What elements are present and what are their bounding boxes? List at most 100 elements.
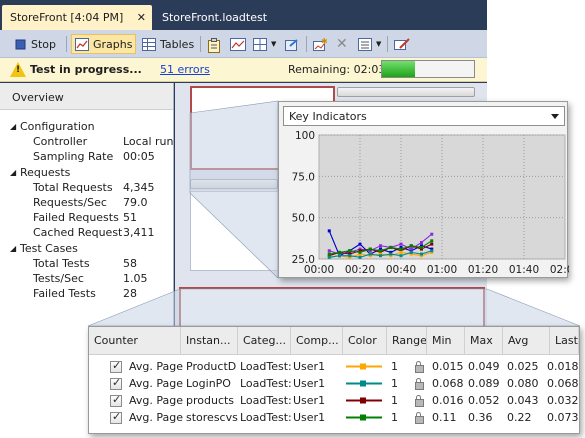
- tree-item: Controller Local run: [0, 134, 173, 149]
- tab-label: StoreFront.loadtest: [162, 11, 268, 24]
- tree-group-requests[interactable]: ◢ Requests: [0, 165, 173, 180]
- layout-icon: [253, 37, 267, 51]
- stop-icon: [13, 38, 27, 51]
- cell-category: LoadTest:: [240, 411, 292, 424]
- overview-pane: Overview ◢ Configuration Controller Local r…: [0, 83, 174, 346]
- toolbar-separator: [66, 36, 67, 52]
- legend-header-row: Counter Instan... Categ... Comp... Color Rang…: [89, 327, 579, 355]
- tree-group-label: Configuration: [20, 120, 95, 133]
- column-header-color[interactable]: Color: [343, 327, 387, 355]
- graph-panel-title[interactable]: [190, 179, 278, 189]
- chart-view-button[interactable]: [227, 34, 251, 54]
- tree-item-key: Tests/Sec: [33, 271, 84, 285]
- close-icon[interactable]: ✕: [137, 5, 146, 30]
- refresh-button[interactable]: [282, 34, 306, 54]
- tab-label: StoreFront [4:04 PM]: [10, 11, 124, 24]
- cell-last: 0.018: [547, 360, 579, 373]
- column-header-avg[interactable]: Avg: [503, 327, 550, 355]
- warning-icon-mark: !: [16, 65, 21, 75]
- column-header-max[interactable]: Max: [465, 327, 503, 355]
- cell-max: 0.049: [468, 360, 500, 373]
- series-point-5: [358, 255, 362, 259]
- x-tick-label: 00:00: [304, 264, 334, 276]
- settings-button[interactable]: [391, 34, 415, 54]
- tree-group-test-cases[interactable]: ◢ Test Cases: [0, 241, 173, 256]
- expand-arrow-icon[interactable]: ◢: [10, 241, 16, 256]
- svg-text:✱: ✱: [321, 38, 327, 46]
- cell-counter: Avg. Page: [129, 360, 183, 373]
- expand-arrow-icon[interactable]: ◢: [10, 165, 16, 180]
- series-point-4: [348, 249, 352, 253]
- column-header-range[interactable]: Range: [387, 327, 427, 355]
- graphs-button[interactable]: Graphs: [71, 34, 137, 54]
- tree-item-key: Requests/Sec: [33, 195, 107, 209]
- column-header-category[interactable]: Categ...: [238, 327, 291, 355]
- clipboard-button[interactable]: [204, 34, 228, 54]
- series-color-swatch[interactable]: [345, 392, 383, 409]
- tree-item-value: 00:05: [123, 150, 155, 164]
- series-point-4: [338, 250, 341, 254]
- graph-panel-title[interactable]: [337, 87, 475, 97]
- table-row[interactable]: Avg. PageProductDLoadTest:User1 1 0.015 0.0…: [89, 358, 579, 375]
- errors-link[interactable]: 51 errors: [160, 63, 210, 76]
- graphs-label: Graphs: [93, 37, 133, 51]
- layout-button[interactable]: ▼: [250, 34, 279, 54]
- series-color-swatch[interactable]: [345, 358, 383, 375]
- cell-avg: 0.043: [507, 394, 539, 407]
- cell-category: LoadTest:: [240, 360, 292, 373]
- lock-icon[interactable]: [415, 412, 424, 424]
- cell-counter: Avg. Page: [129, 411, 183, 424]
- tables-icon: [142, 37, 156, 51]
- column-header-counter[interactable]: Counter: [89, 327, 181, 355]
- lock-icon[interactable]: [415, 361, 424, 373]
- cell-range: 1: [391, 360, 398, 373]
- cell-counter: Avg. Page: [129, 377, 183, 390]
- series-point-4: [409, 244, 413, 248]
- counter-visible-checkbox[interactable]: [110, 376, 122, 390]
- expand-arrow-icon[interactable]: ◢: [10, 119, 16, 134]
- column-header-computer[interactable]: Comp...: [291, 327, 343, 355]
- cell-min: 0.11: [432, 411, 457, 424]
- delete-button[interactable]: ✕: [333, 34, 357, 54]
- series-point-5: [420, 252, 423, 256]
- settings-icon: [394, 37, 410, 51]
- x-tick-label: 01:20: [468, 264, 498, 276]
- column-header-last[interactable]: Last: [550, 327, 579, 355]
- tables-button[interactable]: Tables: [139, 34, 197, 54]
- tree-item: Requests/Sec 79.0: [0, 195, 173, 210]
- tab-storefront-results[interactable]: StoreFront [4:04 PM] ✕: [2, 5, 152, 30]
- key-indicators-chart: 10075.050.025.000:00 00:20 00:40 01:00 01:20…: [292, 130, 569, 276]
- column-header-min[interactable]: Min: [427, 327, 465, 355]
- add-counter-button[interactable]: ✱: [310, 34, 334, 54]
- chart-icon: [230, 37, 246, 51]
- counter-visible-checkbox[interactable]: [110, 393, 122, 407]
- series-point-5: [338, 254, 341, 258]
- table-row[interactable]: Avg. PagestorescvsLoadTest:User1 1 0.11 0.3…: [89, 409, 579, 426]
- cell-avg: 0.22: [507, 411, 532, 424]
- series-color-swatch[interactable]: [345, 375, 383, 392]
- series-point-1: [409, 247, 413, 251]
- y-tick-label: 100: [295, 130, 315, 142]
- cell-range: 1: [391, 411, 398, 424]
- series-point-0: [358, 242, 362, 246]
- cell-instance: LoginPO: [186, 377, 231, 390]
- tab-storefront-loadtest[interactable]: StoreFront.loadtest: [154, 5, 314, 30]
- tree-group-configuration[interactable]: ◢ Configuration: [0, 119, 173, 134]
- stop-button[interactable]: Stop: [10, 34, 59, 54]
- series-point-1: [430, 232, 434, 236]
- series-point-1: [420, 240, 423, 244]
- cell-computer: User1: [293, 360, 326, 373]
- table-row[interactable]: Avg. PageLoginPO LoadTest:User1 1 0.068 0.08…: [89, 375, 579, 392]
- cell-computer: User1: [293, 377, 326, 390]
- series-color-swatch[interactable]: [345, 409, 383, 426]
- table-row[interactable]: Avg. Pageproducts LoadTest:User1 1 0.016 0.0…: [89, 392, 579, 409]
- delete-icon: ✕: [336, 35, 348, 52]
- column-header-instance[interactable]: Instan...: [181, 327, 238, 355]
- lock-icon[interactable]: [415, 395, 424, 407]
- stop-label: Stop: [31, 37, 57, 51]
- counter-visible-checkbox[interactable]: [110, 410, 122, 424]
- counter-visible-checkbox[interactable]: [110, 359, 122, 373]
- counter-list-button[interactable]: ▼: [355, 34, 384, 54]
- lock-icon[interactable]: [415, 378, 424, 390]
- series-point-0: [327, 229, 331, 233]
